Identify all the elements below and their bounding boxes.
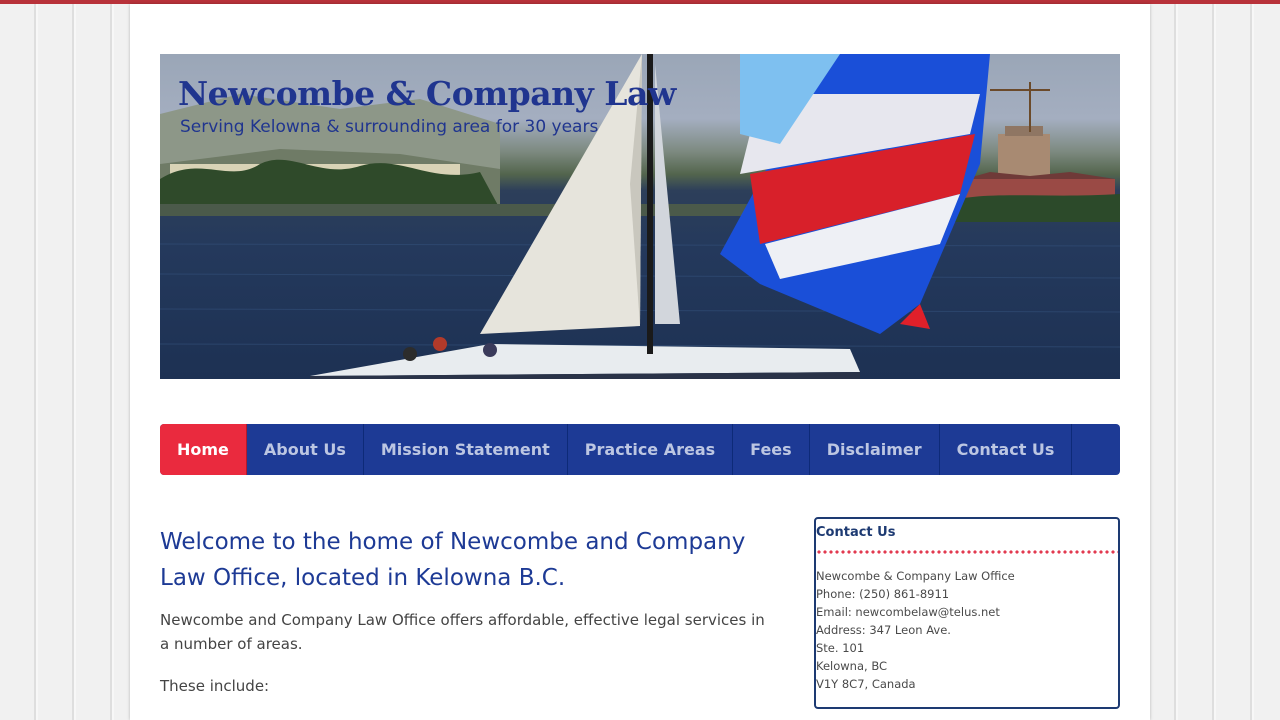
header-banner: Newcombe & Company Law Serving Kelowna &… (160, 54, 1120, 379)
contact-phone: Phone: (250) 861-8911 (816, 587, 950, 601)
contact-address: Address: 347 Leon Ave. (816, 623, 951, 637)
site-tagline: Serving Kelowna & surrounding area for 3… (180, 117, 599, 137)
page-container: Newcombe & Company Law Serving Kelowna &… (130, 4, 1150, 720)
intro-paragraph: Newcombe and Company Law Office offers a… (160, 611, 765, 653)
welcome-heading: Welcome to the home of Newcombe and Comp… (160, 529, 746, 591)
nav-home[interactable]: Home (160, 424, 247, 475)
nav-about-us[interactable]: About Us (247, 424, 364, 475)
these-include-text: These include: (160, 677, 270, 695)
contact-widget: Contact Us Newcombe & Company Law Office… (814, 517, 1120, 709)
nav-practice-areas[interactable]: Practice Areas (568, 424, 734, 475)
main-navigation: Home About Us Mission Statement Practice… (160, 424, 1120, 475)
nav-fees[interactable]: Fees (733, 424, 810, 475)
contact-office-name: Newcombe & Company Law Office (816, 569, 1015, 583)
contact-suite: Ste. 101 (816, 641, 865, 655)
nav-contact-us[interactable]: Contact Us (940, 424, 1073, 475)
contact-city: Kelowna, BC (816, 659, 888, 673)
contact-widget-title: Contact Us (816, 525, 896, 540)
nav-disclaimer[interactable]: Disclaimer (810, 424, 940, 475)
contact-email[interactable]: Email: newcombelaw@telus.net (816, 603, 1015, 621)
contact-details: Newcombe & Company Law Office Phone: (25… (816, 567, 1015, 693)
contact-postal: V1Y 8C7, Canada (816, 677, 916, 691)
site-title: Newcombe & Company Law (178, 74, 676, 113)
dotted-divider (816, 550, 1118, 554)
nav-mission-statement[interactable]: Mission Statement (364, 424, 568, 475)
